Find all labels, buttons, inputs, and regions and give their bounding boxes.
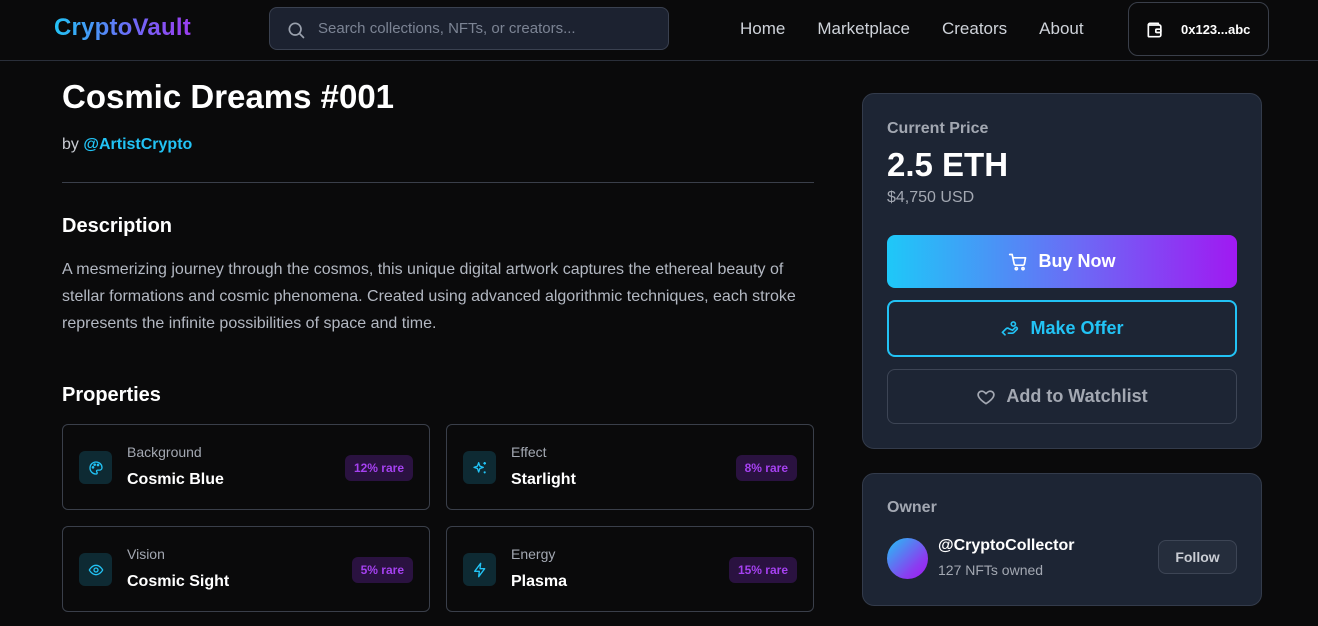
property-label: Background	[127, 444, 202, 460]
heart-icon	[977, 389, 996, 404]
rarity-badge: 12% rare	[344, 455, 413, 481]
sparkles-icon	[463, 451, 496, 484]
top-navbar: CryptoVault Home Marketplace Creators Ab…	[0, 0, 1318, 61]
property-label: Effect	[511, 444, 547, 460]
nav-about[interactable]: About	[1039, 19, 1083, 39]
buy-now-label: Buy Now	[1038, 251, 1116, 271]
wallet-icon	[1147, 22, 1162, 38]
nav-creators[interactable]: Creators	[942, 19, 1007, 39]
main-nav: Home Marketplace Creators About	[740, 19, 1084, 39]
owner-name[interactable]: @CryptoCollector	[938, 537, 1075, 555]
owner-nft-count: 127 NFTs owned	[938, 562, 1044, 578]
property-label: Energy	[511, 546, 556, 562]
make-offer-button[interactable]: Make Offer	[887, 300, 1237, 357]
search-bar[interactable]	[269, 7, 669, 50]
property-value: Starlight	[511, 471, 576, 488]
description-text: A mesmerizing journey through the cosmos…	[62, 261, 796, 332]
eye-icon	[79, 553, 112, 586]
wallet-button[interactable]: 0x123...abc	[1128, 2, 1269, 56]
buy-now-button[interactable]: Buy Now	[887, 235, 1237, 288]
search-input[interactable]	[318, 8, 658, 49]
description-heading: Description	[62, 215, 173, 237]
cart-icon	[1009, 253, 1027, 271]
logo[interactable]: CryptoVault	[54, 14, 191, 42]
hand-coins-icon	[1002, 320, 1019, 336]
property-card-background: Background Cosmic Blue 12% rare	[62, 424, 430, 510]
owner-card: Owner @CryptoCollector 127 NFTs owned Fo…	[862, 473, 1262, 606]
price-label: Current Price	[887, 120, 989, 137]
property-label: Vision	[127, 546, 165, 562]
rarity-badge: 8% rare	[735, 455, 797, 481]
byline: by @ArtistCrypto	[62, 136, 192, 154]
lightning-icon	[463, 553, 496, 586]
rarity-badge: 15% rare	[728, 557, 797, 583]
follow-button[interactable]: Follow	[1158, 540, 1237, 574]
wallet-address: 0x123...abc	[1181, 22, 1251, 37]
owner-label: Owner	[887, 499, 937, 516]
add-to-watchlist-button[interactable]: Add to Watchlist	[887, 369, 1237, 424]
price-usd: $4,750 USD	[887, 189, 975, 206]
search-icon	[288, 22, 305, 39]
properties-heading: Properties	[62, 384, 161, 406]
property-card-effect: Effect Starlight 8% rare	[446, 424, 814, 510]
property-value: Plasma	[511, 573, 568, 590]
price-eth: 2.5 ETH	[887, 146, 1009, 183]
nav-marketplace[interactable]: Marketplace	[817, 19, 910, 39]
property-value: Cosmic Sight	[127, 573, 230, 590]
nav-home[interactable]: Home	[740, 19, 785, 39]
rarity-badge: 5% rare	[351, 557, 413, 583]
make-offer-label: Make Offer	[1030, 318, 1124, 338]
property-value: Cosmic Blue	[127, 471, 224, 488]
property-card-vision: Vision Cosmic Sight 5% rare	[62, 526, 430, 612]
palette-icon	[79, 451, 112, 484]
add-to-watchlist-label: Add to Watchlist	[1006, 386, 1148, 406]
by-prefix: by	[62, 136, 79, 153]
artist-link[interactable]: @ArtistCrypto	[83, 136, 192, 153]
price-card: Current Price 2.5 ETH $4,750 USD Buy Now…	[862, 93, 1262, 449]
property-card-energy: Energy Plasma 15% rare	[446, 526, 814, 612]
nft-title: Cosmic Dreams #001	[62, 78, 395, 115]
divider	[62, 182, 814, 183]
avatar[interactable]	[887, 538, 928, 579]
